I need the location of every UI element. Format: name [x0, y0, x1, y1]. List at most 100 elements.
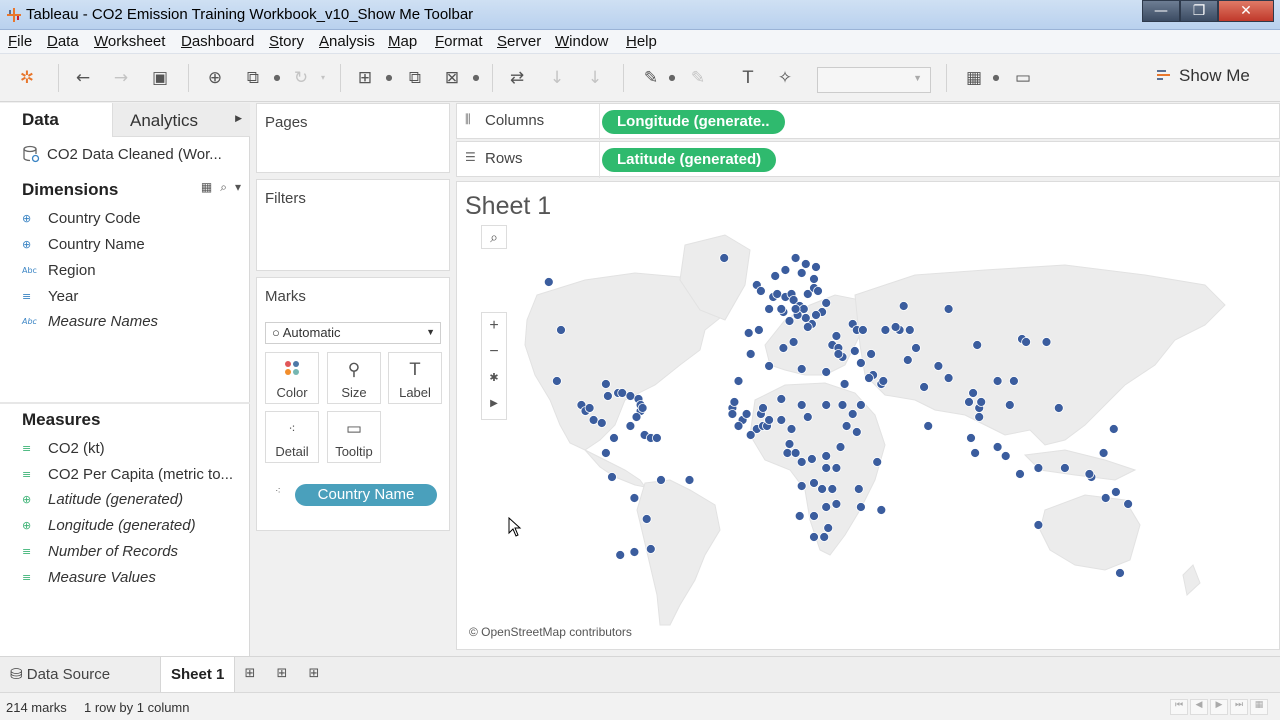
- country-mark[interactable]: [831, 499, 842, 509]
- country-mark[interactable]: [1015, 469, 1025, 479]
- country-mark[interactable]: [641, 514, 652, 524]
- country-name-pill[interactable]: Country Name: [295, 484, 437, 506]
- expand-toolbar-icon[interactable]: ▶: [482, 391, 506, 417]
- country-mark[interactable]: [817, 484, 828, 494]
- country-mark[interactable]: [796, 364, 807, 374]
- country-mark[interactable]: [1033, 463, 1044, 473]
- country-mark[interactable]: [745, 349, 756, 359]
- country-mark[interactable]: [778, 343, 789, 353]
- country-mark[interactable]: [788, 337, 799, 347]
- country-mark[interactable]: [790, 253, 801, 263]
- country-mark[interactable]: [796, 400, 807, 410]
- country-mark[interactable]: [1000, 451, 1011, 461]
- country-mark[interactable]: [743, 328, 754, 338]
- group-members-icon[interactable]: ✎: [686, 66, 710, 90]
- country-mark[interactable]: [625, 421, 636, 431]
- menu-server[interactable]: Server: [497, 33, 541, 50]
- zoom-in-icon[interactable]: +: [482, 313, 506, 339]
- sort-descending-icon[interactable]: ↓: [583, 66, 607, 90]
- country-mark[interactable]: [821, 367, 832, 377]
- show-me-button[interactable]: Show Me: [1157, 66, 1250, 86]
- country-mark[interactable]: [1009, 376, 1019, 386]
- country-mark[interactable]: [588, 415, 599, 425]
- country-mark[interactable]: [821, 451, 832, 461]
- sheet-title[interactable]: Sheet 1: [465, 192, 551, 221]
- swap-rows-columns-icon[interactable]: ⇄: [505, 66, 529, 90]
- country-mark[interactable]: [637, 403, 648, 413]
- sheet-1-tab[interactable]: Sheet 1: [160, 657, 236, 693]
- country-mark[interactable]: [607, 472, 617, 482]
- country-mark[interactable]: [772, 289, 783, 299]
- country-mark[interactable]: [719, 253, 730, 263]
- country-mark[interactable]: [745, 430, 756, 440]
- country-mark[interactable]: [974, 412, 985, 422]
- next-page-icon[interactable]: ▶: [1210, 699, 1228, 715]
- country-mark[interactable]: [823, 523, 834, 533]
- menu-map[interactable]: Map: [388, 33, 417, 50]
- new-data-source-icon[interactable]: ⊕: [203, 66, 227, 90]
- country-mark[interactable]: [776, 394, 787, 404]
- country-mark[interactable]: [1111, 487, 1121, 497]
- close-button[interactable]: ✕: [1218, 0, 1274, 22]
- last-page-icon[interactable]: ⏭: [1230, 699, 1248, 715]
- country-mark[interactable]: [1098, 448, 1109, 458]
- presentation-mode-icon[interactable]: ▭: [1011, 66, 1035, 90]
- country-mark[interactable]: [970, 448, 981, 458]
- country-mark[interactable]: [943, 373, 954, 383]
- country-mark[interactable]: [966, 433, 976, 443]
- country-mark[interactable]: [629, 547, 640, 557]
- country-mark[interactable]: [851, 427, 862, 437]
- country-mark[interactable]: [819, 532, 830, 542]
- country-mark[interactable]: [609, 433, 619, 443]
- country-mark[interactable]: [813, 286, 823, 296]
- country-mark[interactable]: [727, 409, 738, 419]
- country-mark[interactable]: [800, 313, 811, 323]
- country-mark[interactable]: [806, 454, 817, 464]
- country-mark[interactable]: [831, 331, 842, 341]
- country-mark[interactable]: [790, 448, 801, 458]
- color-button[interactable]: Color: [265, 352, 319, 404]
- country-mark[interactable]: [992, 442, 1003, 452]
- country-mark[interactable]: [764, 361, 775, 371]
- country-mark[interactable]: [933, 361, 944, 371]
- country-mark[interactable]: [992, 376, 1003, 386]
- menu-analysis[interactable]: Analysis: [319, 33, 375, 50]
- highlight-icon[interactable]: ✎: [639, 66, 663, 90]
- country-mark[interactable]: [811, 262, 821, 272]
- sort-ascending-icon[interactable]: ↓: [545, 66, 569, 90]
- field-longitude[interactable]: ⊕ Longitude (generated): [22, 517, 196, 534]
- country-mark[interactable]: [853, 484, 864, 494]
- country-mark[interactable]: [837, 400, 848, 410]
- country-mark[interactable]: [1021, 337, 1031, 347]
- country-mark[interactable]: [802, 412, 813, 422]
- country-mark[interactable]: [600, 448, 611, 458]
- data-source-tab[interactable]: ⛁ Data Source: [10, 657, 110, 693]
- country-mark[interactable]: [849, 346, 860, 356]
- pages-card[interactable]: Pages: [256, 103, 450, 173]
- latitude-pill[interactable]: Latitude (generated): [602, 148, 777, 172]
- country-mark[interactable]: [839, 379, 850, 389]
- field-measure-names[interactable]: Abc Measure Names: [22, 313, 158, 330]
- country-mark[interactable]: [911, 343, 921, 353]
- pause-dropdown-icon[interactable]: ●: [272, 66, 282, 90]
- country-mark[interactable]: [786, 424, 797, 434]
- country-mark[interactable]: [741, 409, 752, 419]
- country-mark[interactable]: [1060, 463, 1070, 473]
- columns-shelf[interactable]: ⫼ Columns Longitude (generate..: [456, 103, 1280, 140]
- menu-format[interactable]: Format: [435, 33, 483, 50]
- country-mark[interactable]: [600, 379, 611, 389]
- country-mark[interactable]: [596, 418, 607, 428]
- country-mark[interactable]: [790, 304, 801, 314]
- pane-menu-icon[interactable]: ▶: [235, 113, 242, 124]
- filters-card[interactable]: Filters: [256, 179, 450, 271]
- search-icon[interactable]: ⌕: [220, 180, 227, 195]
- show-cards-icon[interactable]: ▦: [962, 66, 986, 90]
- country-mark[interactable]: [733, 421, 744, 431]
- country-mark[interactable]: [764, 304, 775, 314]
- country-mark[interactable]: [821, 502, 832, 512]
- country-mark[interactable]: [878, 376, 889, 386]
- country-mark[interactable]: [880, 325, 891, 335]
- country-mark[interactable]: [1123, 499, 1133, 509]
- country-mark[interactable]: [780, 265, 791, 275]
- grid-view-icon[interactable]: ▦: [1250, 699, 1268, 715]
